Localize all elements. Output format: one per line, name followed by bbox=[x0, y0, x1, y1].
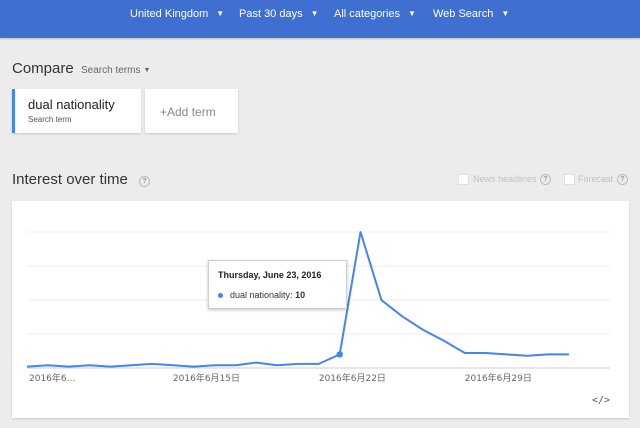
caret-down-icon: ▼ bbox=[408, 9, 416, 18]
term-subtitle: Search term bbox=[28, 115, 72, 124]
term-card[interactable]: dual nationality Search term bbox=[12, 89, 141, 133]
category-filter[interactable]: All categories ▼ bbox=[334, 7, 416, 21]
help-icon[interactable]: ? bbox=[139, 176, 150, 187]
caret-down-icon: ▼ bbox=[501, 9, 510, 18]
help-icon[interactable]: ? bbox=[540, 174, 551, 185]
chart-x-ticks: 2016年6... 2016年6月15日 2016年6月22日 2016年6月29日 bbox=[29, 372, 532, 384]
search-terms-dropdown[interactable]: Search terms ▼ bbox=[81, 65, 150, 76]
interest-line-chart: 2016年6... 2016年6月15日 2016年6月22日 2016年6月29日 bbox=[26, 231, 610, 384]
news-headlines-checkbox[interactable] bbox=[458, 174, 469, 185]
caret-down-icon: ▼ bbox=[216, 9, 225, 18]
add-term-button[interactable]: +Add term bbox=[145, 89, 238, 133]
interest-over-time-title: Interest over time bbox=[12, 171, 128, 188]
x-tick-label: 2016年6月22日 bbox=[319, 372, 386, 384]
search-type-filter-label: Web Search bbox=[433, 8, 494, 20]
caret-down-icon: ▼ bbox=[143, 67, 151, 74]
search-type-filter[interactable]: Web Search ▼ bbox=[433, 7, 509, 21]
category-filter-label: All categories bbox=[334, 8, 401, 20]
term-name: dual nationality bbox=[28, 97, 115, 112]
x-tick-label: 2016年6... bbox=[29, 372, 75, 384]
forecast-label: Forecast bbox=[578, 174, 614, 184]
interest-chart-card: 2016年6... 2016年6月15日 2016年6月22日 2016年6月29日 bbox=[12, 201, 629, 418]
news-headlines-label: News headlines bbox=[473, 174, 537, 184]
caret-down-icon: ▼ bbox=[310, 9, 319, 18]
tooltip-date: Thursday, June 23, 2016 bbox=[218, 270, 322, 280]
help-icon[interactable]: ? bbox=[617, 174, 628, 185]
forecast-checkbox[interactable] bbox=[564, 174, 575, 185]
embed-code-icon[interactable]: </> bbox=[592, 395, 610, 406]
search-terms-label: Search terms bbox=[81, 65, 141, 76]
tooltip-series-label: dual nationality: bbox=[230, 290, 293, 300]
time-filter-label: Past 30 days bbox=[239, 8, 303, 20]
add-term-label: +Add term bbox=[160, 105, 216, 119]
region-filter-label: United Kingdom bbox=[130, 8, 209, 20]
tooltip-series-dot bbox=[218, 293, 223, 298]
tooltip-series-row: dual nationality: 10 bbox=[230, 290, 305, 300]
highlighted-data-point bbox=[336, 351, 343, 358]
compare-title: Compare bbox=[12, 60, 74, 77]
x-tick-label: 2016年6月29日 bbox=[465, 372, 532, 384]
top-filter-bar: United Kingdom ▼ Past 30 days ▼ All catego… bbox=[0, 0, 640, 38]
chart-tooltip: Thursday, June 23, 2016 dual nationality… bbox=[208, 260, 347, 309]
time-filter[interactable]: Past 30 days ▼ bbox=[239, 7, 319, 21]
x-tick-label: 2016年6月15日 bbox=[173, 372, 240, 384]
tooltip-value: 10 bbox=[295, 290, 306, 300]
region-filter[interactable]: United Kingdom ▼ bbox=[130, 7, 224, 21]
